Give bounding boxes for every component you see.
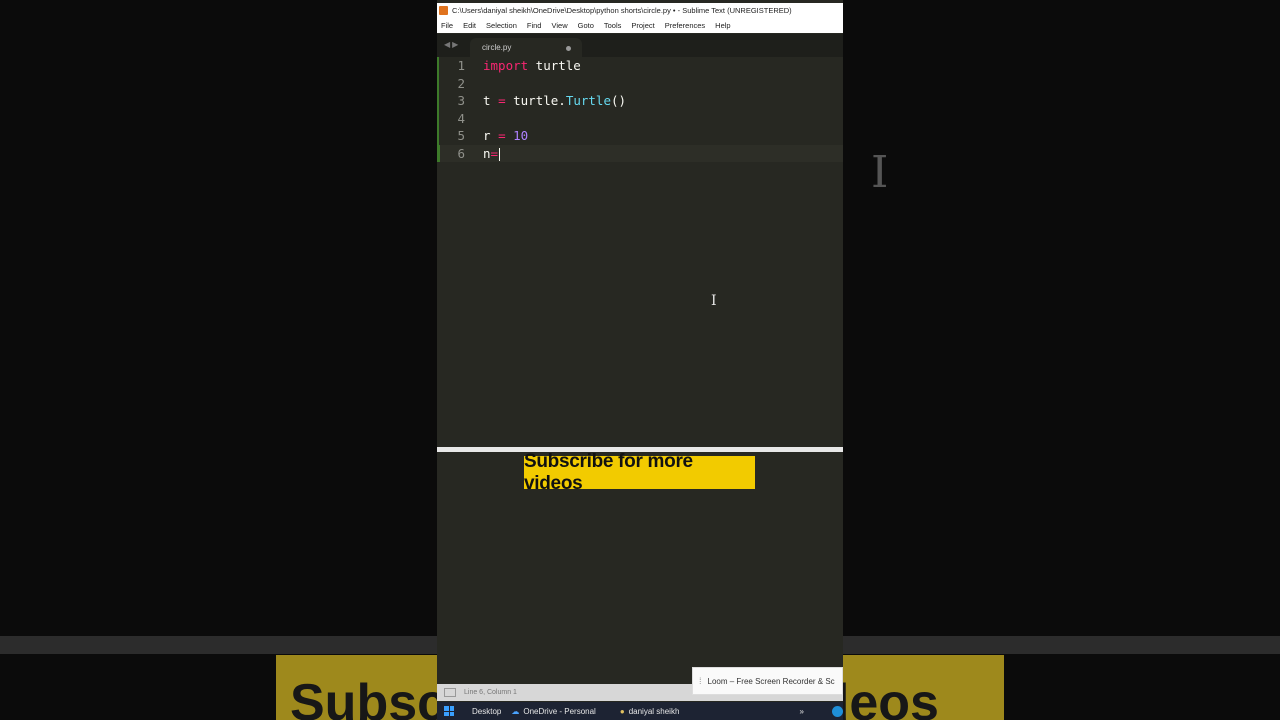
menu-tools[interactable]: Tools [599,21,627,30]
menu-help[interactable]: Help [710,21,735,30]
code-editor[interactable]: 1 import turtle 2 3 t = turtle.Turtle() 4 5 r =… [437,57,843,447]
code-token: = [490,145,499,161]
code-token: = [498,93,506,108]
line-number: 2 [457,75,465,91]
taskbar-user-label: daniyal sheikh [628,706,680,716]
code-token: 10 [513,128,529,143]
line-number: 6 [457,145,465,161]
menu-project[interactable]: Project [626,21,659,30]
title-bar[interactable]: C:\Users\daniyal sheikh\OneDrive\Desktop… [437,3,843,18]
menu-view[interactable]: View [546,21,572,30]
tab-bar: ◀▶ circle.py [437,34,843,57]
panel-toggle-icon[interactable] [444,688,456,697]
background-blur-right [843,0,1280,720]
taskbar-onedrive[interactable]: ☁ OneDrive - Personal [511,707,595,716]
code-line[interactable]: 2 [437,74,843,93]
tab-nav-arrows-icon[interactable]: ◀▶ [444,40,460,49]
code-token: turtle. [505,93,566,108]
background-blur-left [0,0,437,720]
code-token: = [498,128,506,143]
taskbar-desktop[interactable]: Desktop [472,707,501,716]
background-status-blur [843,636,1280,654]
tab-circle-py[interactable]: circle.py [470,38,582,57]
background-status-blur [0,636,437,654]
code-line[interactable]: 3 t = turtle.Turtle() [437,92,843,110]
code-line[interactable]: 5 r = 10 [437,127,843,145]
background-subscribe-text: Subscribe for more videos [843,674,939,720]
window-title: C:\Users\daniyal sheikh\OneDrive\Desktop… [452,6,792,15]
loom-notification[interactable]: ⁞ Loom – Free Screen Recorder & Sc [692,667,843,695]
line-number: 4 [457,110,465,126]
line-number: 1 [457,58,465,73]
taskbar-desktop-label: Desktop [472,706,502,716]
sublime-app-icon [439,6,448,15]
taskbar-user[interactable]: ● daniyal sheikh [620,707,680,716]
sublime-window: C:\Users\daniyal sheikh\OneDrive\Desktop… [437,0,843,720]
background-subscribe-blur-left: Subscribe for more videos [276,655,437,720]
menu-edit[interactable]: Edit [458,21,481,30]
taskbar-onedrive-label: OneDrive - Personal [523,706,596,716]
menu-selection[interactable]: Selection [481,21,522,30]
code-line[interactable]: 1 import turtle [437,57,843,75]
menu-find[interactable]: Find [522,21,547,30]
menu-preferences[interactable]: Preferences [660,21,710,30]
edge-browser-icon[interactable] [832,705,843,717]
background-subscribe-blur-right: Subscribe for more videos [843,655,1004,720]
lower-panel: Subscribe for more videos [437,451,843,684]
menu-goto[interactable]: Goto [573,21,599,30]
windows-start-icon[interactable] [444,706,454,716]
code-text: import turtle [483,57,581,75]
code-token: import [483,58,529,73]
user-icon: ● [619,706,625,716]
code-token: turtle [528,58,581,73]
code-token: () [610,93,627,108]
code-text: r = 10 [483,127,528,145]
taskbar: Desktop ☁ OneDrive - Personal ● daniyal … [437,702,843,720]
subscribe-banner: Subscribe for more videos [524,451,755,494]
code-text: n= [483,145,501,163]
background-subscribe-text: Subscribe for more videos [290,674,437,720]
menu-file[interactable]: File [437,21,458,30]
code-text: t = turtle.Turtle() [483,92,626,110]
ibeam-cursor-icon: I [711,293,717,309]
drag-handle-icon[interactable]: ⁞ [699,676,702,686]
loom-label: Loom – Free Screen Recorder & Sc [707,676,835,686]
cloud-icon: ☁ [511,706,520,716]
code-token: r [483,128,499,143]
background-ibeam-icon: I [871,147,889,198]
line-number: 5 [457,128,465,143]
code-token: t [483,93,499,108]
tab-label: circle.py [482,43,512,52]
line-number: 3 [457,93,465,108]
taskbar-overflow-icon[interactable]: » [800,707,804,716]
cursor-position: Line 6, Column 1 [464,689,517,696]
menu-bar: File Edit Selection Find View Goto Tools… [437,18,843,33]
code-line[interactable]: 4 [437,109,843,128]
code-line[interactable]: 6 n= [437,144,843,163]
unsaved-dot-icon[interactable] [566,46,571,51]
code-token: n [483,145,491,161]
code-token: Turtle [565,93,611,108]
text-caret [499,147,501,161]
